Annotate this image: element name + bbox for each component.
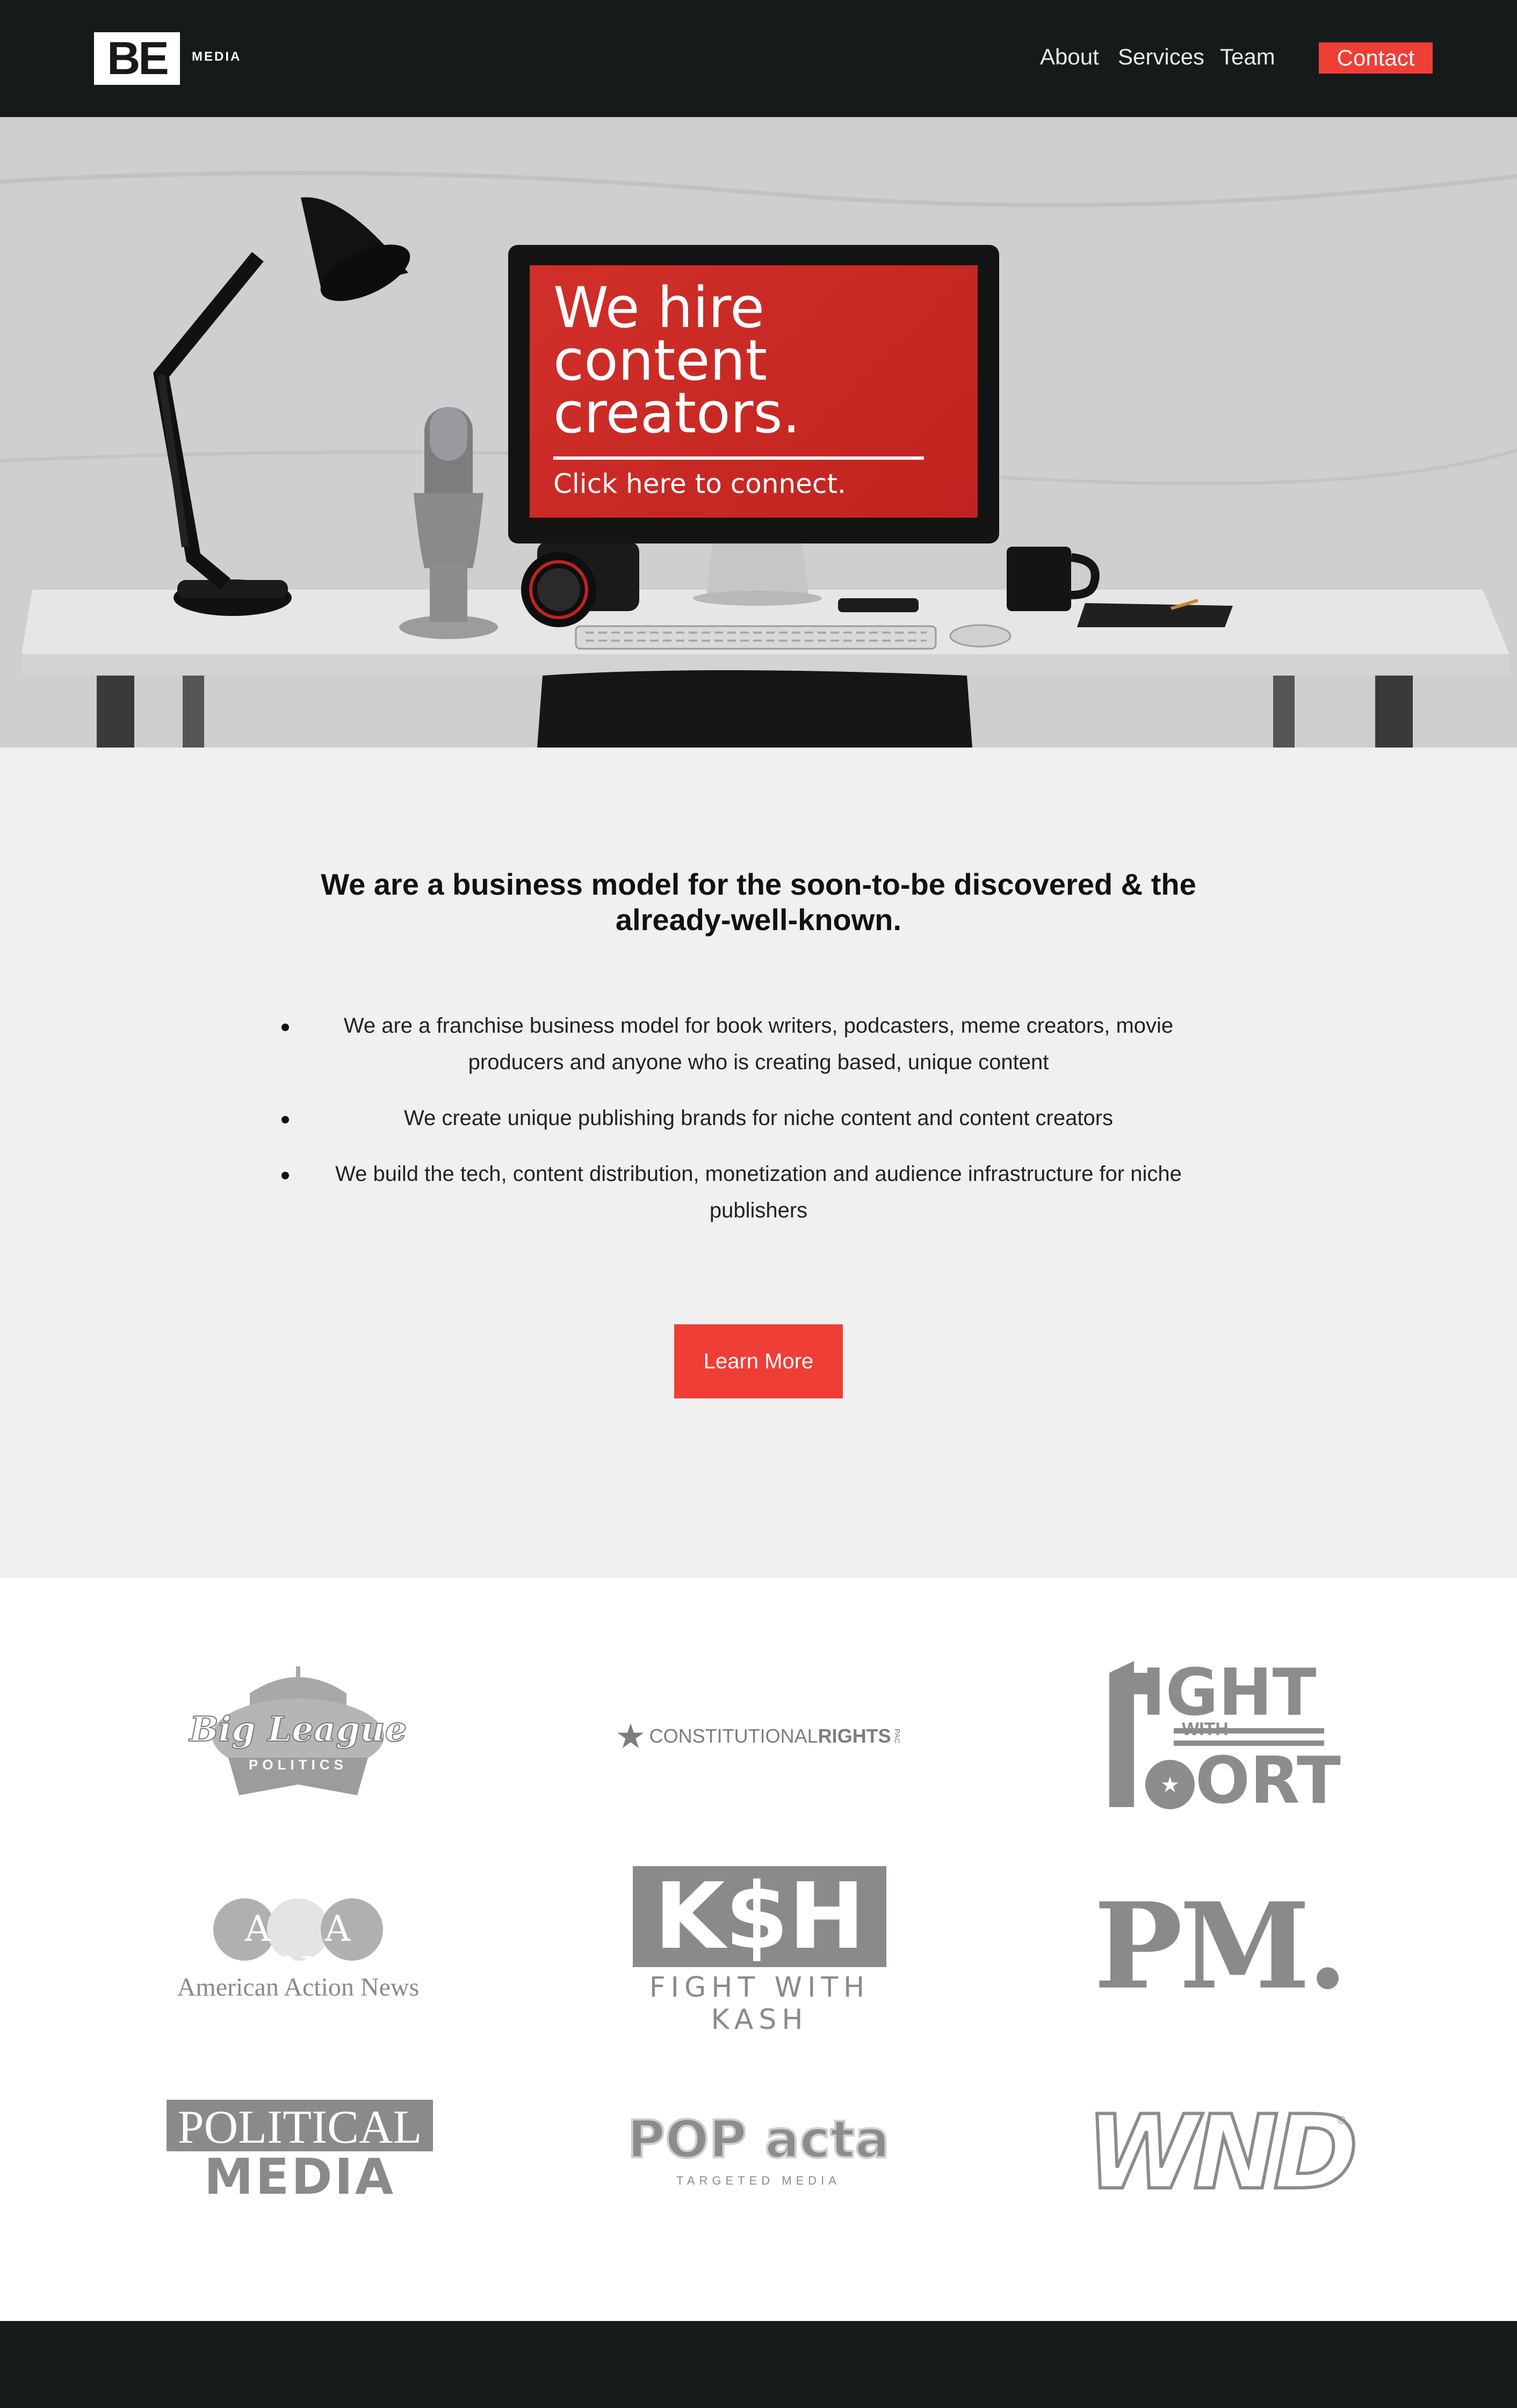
aan-name: American Action News: [177, 1973, 420, 2001]
logo-subtitle: MEDIA: [192, 49, 242, 64]
ksh-subtitle: FIGHT WITH KASH: [649, 1971, 870, 2036]
fight-fort-with: WITH: [1182, 1719, 1229, 1739]
pac-text: PAC: [893, 1729, 902, 1744]
be-logo[interactable]: BE: [94, 32, 180, 85]
rights-text: RIGHTS: [818, 1725, 891, 1747]
svg-text:★: ★: [1160, 1773, 1180, 1797]
logo-american-action-news[interactable]: A A N American Action News: [137, 1865, 459, 2026]
popacta-wordmark: POP acta: [626, 2108, 891, 2171]
fight-fort-top: IGHT: [1142, 1656, 1317, 1730]
screen-connect-link[interactable]: Click here to connect.: [553, 468, 846, 499]
political-bottom: MEDIA: [204, 2148, 396, 2206]
logo-constitutional-rights-pac[interactable]: ★ CONSTITUTIONAL RIGHTS PAC: [597, 1656, 920, 1817]
monitor[interactable]: We hire content creators. Click here to …: [508, 245, 999, 543]
monitor-screen-cta[interactable]: We hire content creators. Click here to …: [530, 265, 978, 518]
star-icon: ★: [615, 1716, 646, 1756]
nav-team[interactable]: Team: [1220, 44, 1275, 70]
logo-mark: BE: [107, 33, 169, 84]
ksh-letters: K$H: [654, 1863, 865, 1970]
registered-icon: ®: [1338, 2115, 1346, 2127]
logo-big-league-politics[interactable]: Big League POLITICS: [137, 1656, 459, 1817]
contact-button[interactable]: Contact: [1319, 42, 1433, 74]
logo-pm[interactable]: PM.: [1058, 1865, 1381, 2026]
learn-more-button[interactable]: Learn More: [674, 1324, 843, 1398]
screen-headline: We hire content creators.: [553, 275, 800, 446]
wnd-wordmark: WND: [1085, 2092, 1360, 2214]
logo-political-media[interactable]: POLITICAL MEDIA: [137, 2072, 459, 2233]
footer: [0, 2321, 1517, 2408]
logo-pop-acta[interactable]: POP acta TARGETED MEDIA: [597, 2072, 920, 2233]
list-item: We create unique publishing brands for n…: [279, 1100, 1238, 1136]
partner-logos: Big League POLITICS ★ CONSTITUTIONAL RIG…: [0, 1578, 1517, 2321]
hero-banner[interactable]: We hire content creators. Click here to …: [0, 117, 1517, 748]
screen-divider: [553, 456, 924, 460]
top-nav: BE MEDIA About Services Team Contact: [0, 0, 1517, 117]
big-league-banner-text: POLITICS: [249, 1757, 348, 1773]
logo-wnd[interactable]: WND ®: [1058, 2072, 1381, 2233]
political-top: POLITICAL: [177, 2101, 422, 2153]
fight-fort-bottom: ORT: [1195, 1744, 1341, 1818]
logo-fight-with-kash[interactable]: K$H FIGHT WITH KASH: [597, 1863, 920, 2036]
popacta-subtitle: TARGETED MEDIA: [676, 2174, 841, 2187]
feature-list: We are a franchise business model for bo…: [279, 1007, 1238, 1248]
intro-heading: We are a business model for the soon-to-…: [321, 867, 1196, 937]
nav-about[interactable]: About: [1040, 44, 1099, 70]
nav-services[interactable]: Services: [1118, 44, 1204, 70]
list-item: We build the tech, content distribution,…: [279, 1156, 1238, 1229]
list-item: We are a franchise business model for bo…: [279, 1007, 1238, 1080]
logo-fight-with-fort[interactable]: ★ IGHT WITH ORT: [1058, 1656, 1381, 1818]
pm-wordmark: PM.: [1094, 1876, 1348, 2015]
constitutional-text: CONSTITUTIONAL: [649, 1725, 818, 1747]
intro-section: We are a business model for the soon-to-…: [0, 748, 1517, 1578]
big-league-script: Big League: [189, 1709, 408, 1750]
